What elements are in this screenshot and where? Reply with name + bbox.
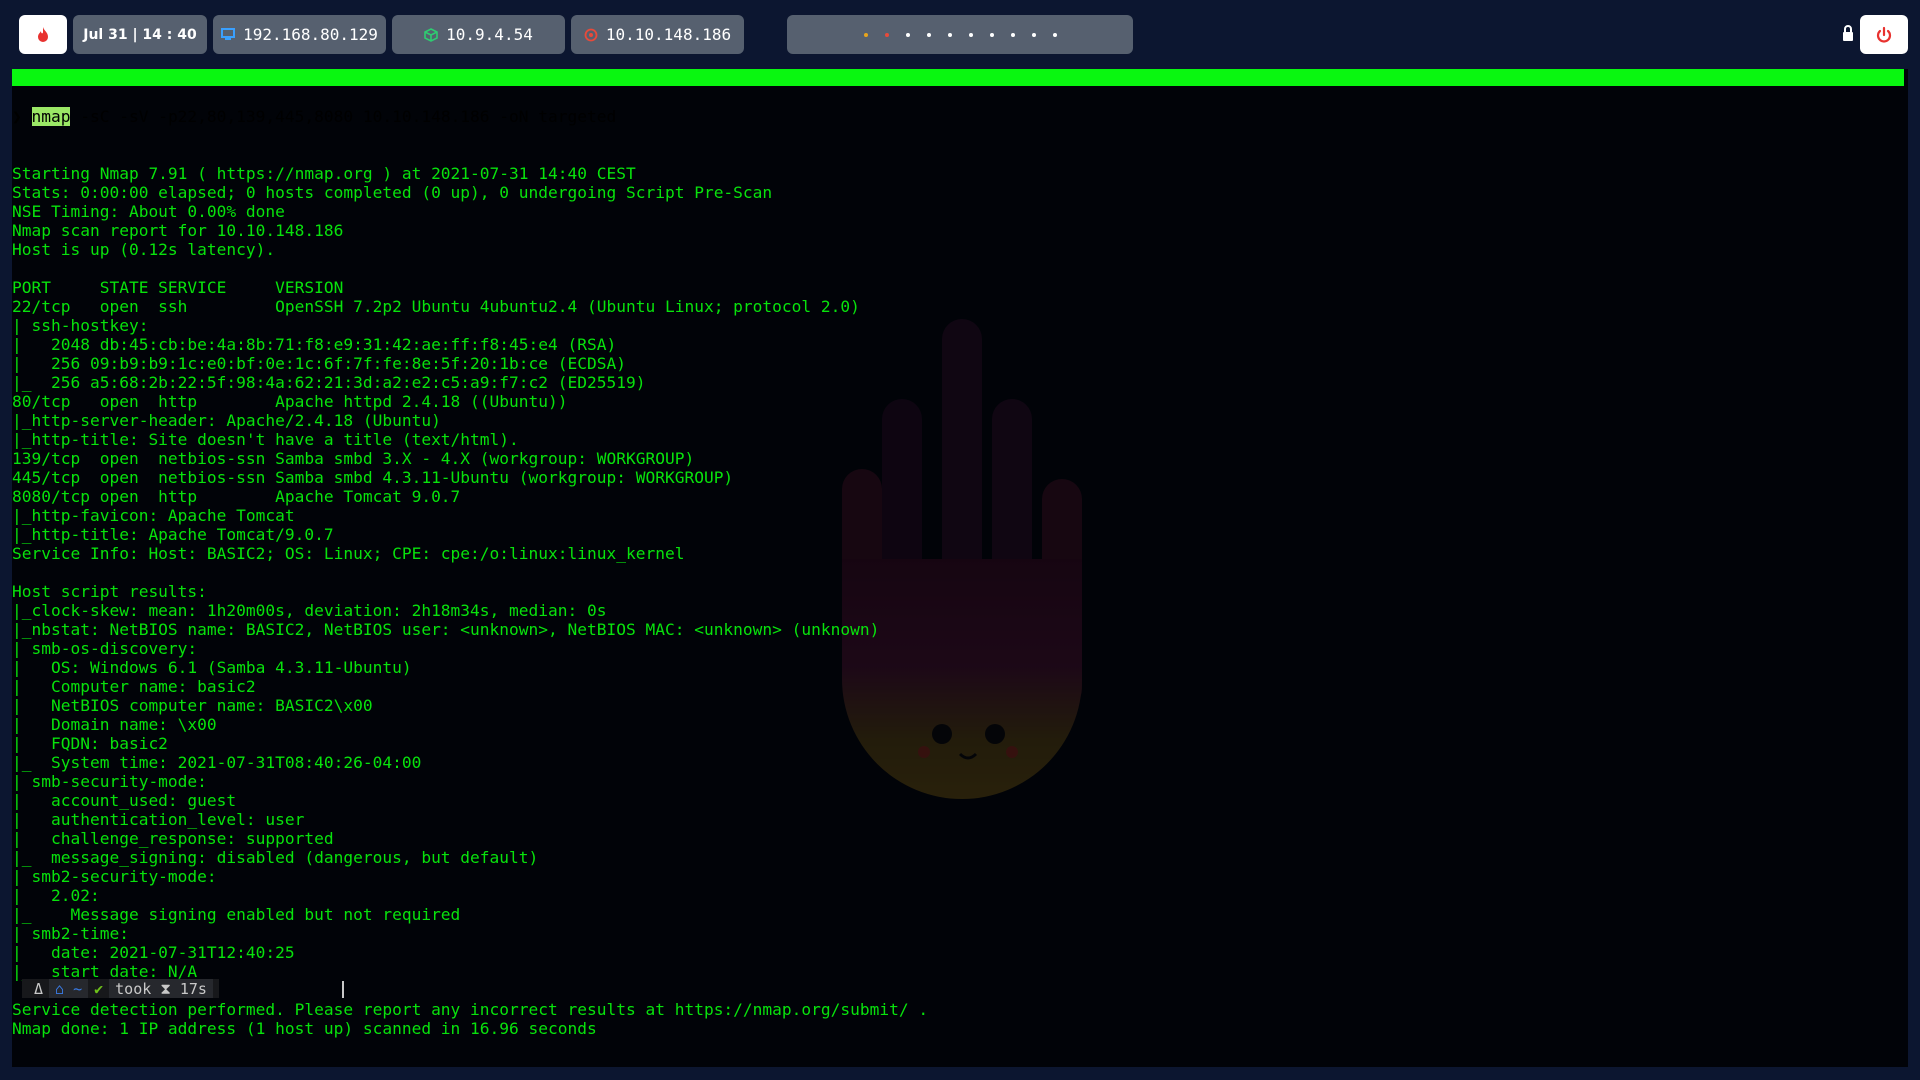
output-line: |_clock-skew: mean: 1h20m00s, deviation:… [12,601,607,620]
output-line: | authentication_level: user [12,810,305,829]
output-line: | NetBIOS computer name: BASIC2\x00 [12,696,373,715]
output-line: |_ System time: 2021-07-31T08:40:26-04:0… [12,753,422,772]
vpn-ip-widget[interactable]: 10.9.4.54 [392,15,565,54]
workspace-dot[interactable] [1052,32,1057,37]
output-line: | smb-os-discovery: [12,639,198,658]
output-line: | challenge_response: supported [12,829,334,848]
shell-prompt: Δ ⌂ ~ ✔ took ⧗ 17s [22,979,219,998]
output-line: 445/tcp open netbios-ssn Samba smbd 4.3.… [12,468,734,487]
output-line: 8080/tcp open http Apache Tomcat 9.0.7 [12,487,461,506]
output-line: PORT STATE SERVICE VERSION [12,278,344,297]
terminal-output: ❯ nmap -sC -sV -p22,80,139,445,8080 10.1… [12,69,928,1067]
output-line: Nmap done: 1 IP address (1 host up) scan… [12,1019,597,1038]
output-line: 139/tcp open netbios-ssn Samba smbd 3.X … [12,449,695,468]
command-args: -sC -sV -p22,80,139,445,8080 10.10.148.1… [70,107,617,126]
output-line: | 256 09:b9:b9:1c:e0:bf:0e:1c:6f:7f:fe:8… [12,354,626,373]
output-line: Nmap scan report for 10.10.148.186 [12,221,344,240]
output-line: NSE Timing: About 0.00% done [12,202,285,221]
hourglass-icon: ⧗ [160,979,171,998]
fire-icon [38,26,48,42]
output-line: |_http-favicon: Apache Tomcat [12,506,295,525]
workspace-switcher [787,15,1133,54]
lock-icon[interactable] [1842,25,1854,41]
workspace-dot[interactable] [968,32,973,37]
output-line: | account_used: guest [12,791,237,810]
output-line: | Domain name: \x00 [12,715,217,734]
datetime-label: Jul 31 | 14 : 40 [83,26,197,43]
output-line: Service Info: Host: BASIC2; OS: Linux; C… [12,544,685,563]
power-icon [1876,26,1892,42]
output-line: | FQDN: basic2 [12,734,168,753]
output-line: Host script results: [12,582,207,601]
output-line: | date: 2021-07-31T12:40:25 [12,943,295,962]
text-cursor [342,981,344,998]
output-line: |_ Message signing enabled but not requi… [12,905,461,924]
output-line: |_http-title: Site doesn't have a title … [12,430,519,449]
workspace-dot[interactable] [884,32,889,37]
output-line: | 2.02: [12,886,100,905]
output-line: | smb2-time: [12,924,129,943]
datetime-widget: Jul 31 | 14 : 40 [73,15,207,54]
output-line: 80/tcp open http Apache httpd 2.4.18 ((U… [12,392,568,411]
output-line: Stats: 0:00:00 elapsed; 0 hosts complete… [12,183,773,202]
local-ip-widget[interactable]: 192.168.80.129 [213,15,386,54]
dir-label: ~ [73,979,83,998]
workspace-dot[interactable] [1010,32,1015,37]
output-line: | smb2-security-mode: [12,867,217,886]
cube-icon [424,27,438,42]
prompt-status-segment: ✔ [88,979,110,998]
top-bar: Jul 31 | 14 : 40 192.168.80.129 10.9.4.5… [0,0,1920,69]
output-line: | smb-security-mode: [12,772,207,791]
output-line: |_nbstat: NetBIOS name: BASIC2, NetBIOS … [12,620,880,639]
output-line: |_http-server-header: Apache/2.4.18 (Ubu… [12,411,441,430]
output-line: Starting Nmap 7.91 ( https://nmap.org ) … [12,164,636,183]
duration-label: 17s [179,979,207,998]
target-icon [584,28,598,41]
monitor-icon [221,28,236,40]
took-label: took [115,979,152,998]
power-button[interactable] [1860,15,1908,54]
workspace-dot[interactable] [905,32,910,37]
menu-button[interactable] [19,15,67,54]
output-line: |_http-title: Apache Tomcat/9.0.7 [12,525,334,544]
workspace-dot[interactable] [1031,32,1036,37]
output-line: | OS: Windows 6.1 (Samba 4.3.11-Ubuntu) [12,658,412,677]
workspace-dot[interactable] [863,32,868,37]
target-ip-widget[interactable]: 10.10.148.186 [571,15,744,54]
prompt-arrow: ❯ [12,107,22,126]
output-line: Host is up (0.12s latency). [12,240,276,259]
target-ip-label: 10.10.148.186 [605,25,732,44]
prompt-user-segment: Δ [22,979,50,998]
vpn-ip-label: 10.9.4.54 [446,25,533,44]
command-line[interactable]: ❯ nmap -sC -sV -p22,80,139,445,8080 10.1… [12,107,928,126]
output-line: |_ 256 a5:68:2b:22:5f:98:4a:62:21:3d:a2:… [12,373,646,392]
workspace-dot[interactable] [947,32,952,37]
output-line: Service detection performed. Please repo… [12,1000,929,1019]
prompt-end-segment [212,979,219,998]
check-icon: ✔ [94,979,104,998]
prompt-time-segment: took ⧗ 17s [109,979,213,998]
local-ip-label: 192.168.80.129 [243,25,378,44]
terminal-window[interactable]: ❯ nmap -sC -sV -p22,80,139,445,8080 10.1… [12,69,1908,1067]
output-line: 22/tcp open ssh OpenSSH 7.2p2 Ubuntu 4ub… [12,297,860,316]
command-name: nmap [31,107,71,126]
home-icon: ⌂ [55,979,65,998]
output-line: | 2048 db:45:cb:be:4a:8b:71:f8:e9:31:42:… [12,335,617,354]
output-line: |_ message_signing: disabled (dangerous,… [12,848,539,867]
workspace-dot[interactable] [926,32,931,37]
output-line: | ssh-hostkey: [12,316,149,335]
prompt-dir-segment: ⌂ ~ [49,979,89,998]
output-line: | Computer name: basic2 [12,677,256,696]
workspace-dot[interactable] [989,32,994,37]
user-icon: Δ [34,979,44,998]
